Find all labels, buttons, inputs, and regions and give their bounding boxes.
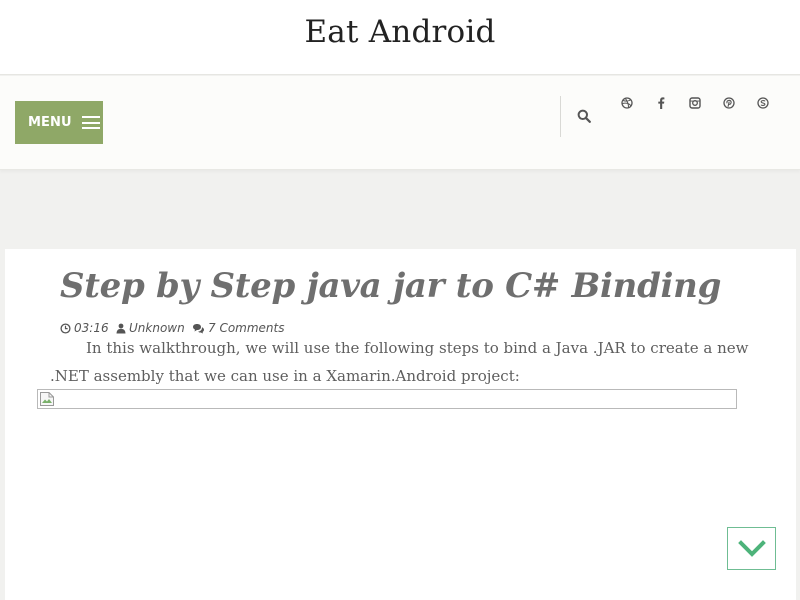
menu-label: MENU [28,115,72,130]
navbar: MENU [0,76,800,170]
search-button[interactable] [577,108,595,126]
skype-icon [757,97,769,109]
post-body: In this walkthrough, we will use the fol… [50,339,749,385]
nav-divider [560,96,561,137]
post-comments-text: 7 Comments [208,321,285,335]
social-link-dribbble[interactable] [620,96,634,110]
scroll-top-button[interactable] [727,527,776,570]
instagram-icon [689,97,701,109]
post-comments[interactable]: 7 Comments [192,321,285,335]
menu-button[interactable]: MENU [15,101,103,144]
post-time: 03:16 [60,321,109,335]
search-icon [577,109,591,123]
clock-icon [60,322,71,334]
post-author[interactable]: Unknown [116,321,185,335]
post-time-text: 03:16 [74,321,109,335]
social-link-instagram[interactable] [688,96,702,110]
post-title[interactable]: Step by Step java jar to C# Binding [60,266,721,306]
user-icon [116,323,126,333]
social-link-skype[interactable] [756,96,770,110]
social-link-facebook[interactable] [654,96,668,110]
broken-image [37,389,737,409]
site-header: Eat Android [0,0,800,75]
post-author-text: Unknown [129,321,185,335]
social-link-pinterest[interactable] [722,96,736,110]
comments-icon [193,323,204,333]
broken-image-icon [40,392,54,406]
dribbble-icon [621,97,633,109]
chevron-down-icon [737,539,766,557]
facebook-icon [658,97,665,109]
hamburger-icon [81,116,100,129]
site-title[interactable]: Eat Android [0,14,800,50]
pinterest-icon [723,97,735,109]
